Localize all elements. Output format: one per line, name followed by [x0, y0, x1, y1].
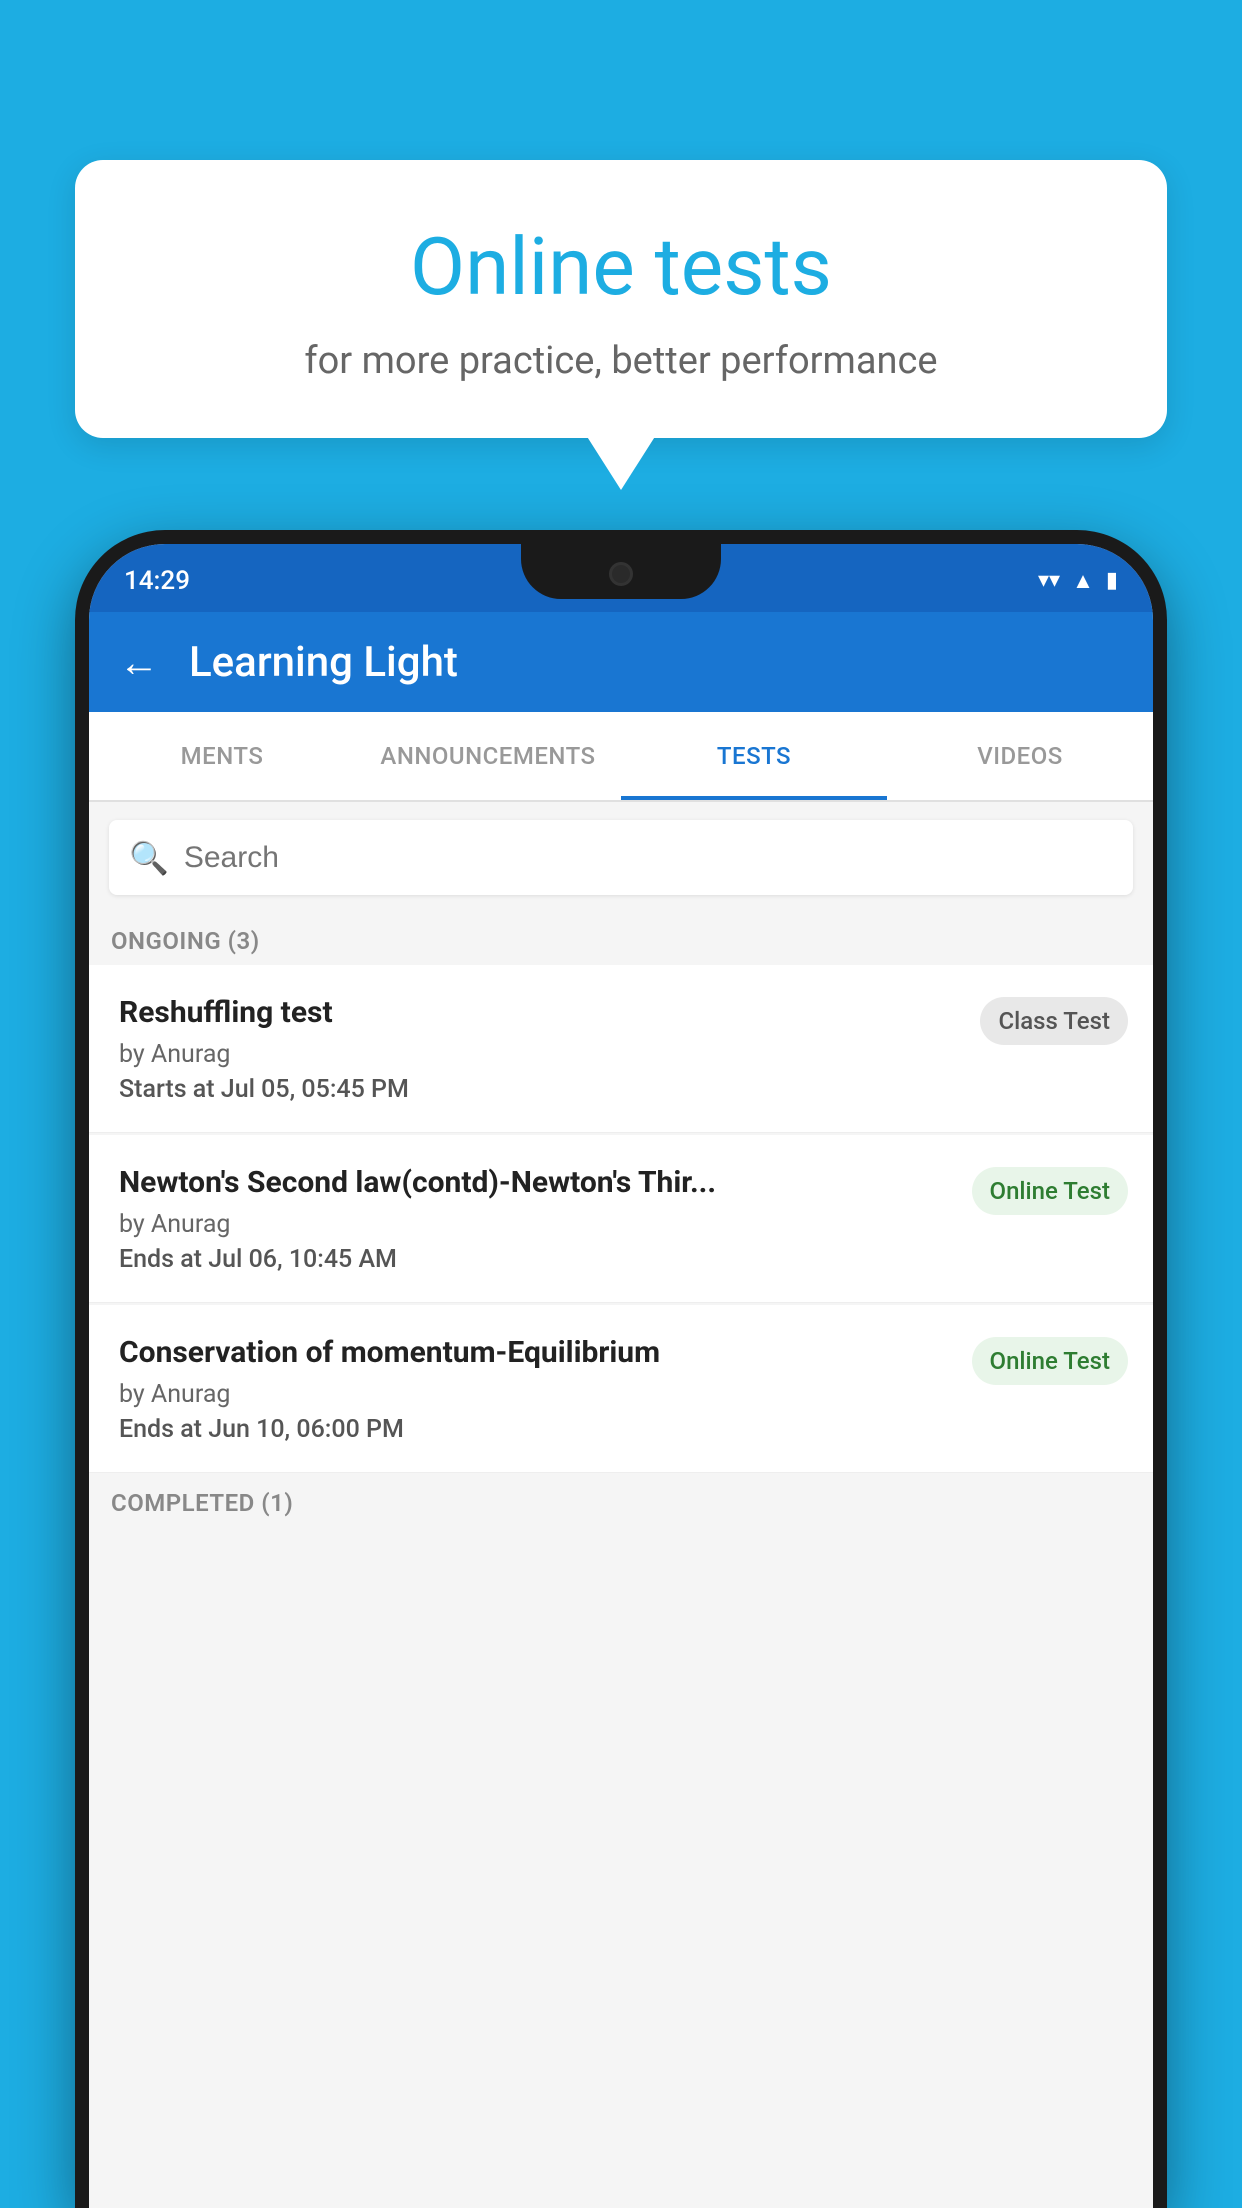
test-date-newtons: Ends at Jul 06, 10:45 AM	[119, 1245, 957, 1274]
test-card-reshuffling[interactable]: Reshuffling test by Anurag Starts at Jul…	[89, 965, 1153, 1133]
app-title: Learning Light	[189, 638, 458, 687]
promo-subtitle: for more practice, better performance	[125, 339, 1117, 383]
test-info-reshuffling: Reshuffling test by Anurag Starts at Jul…	[119, 993, 965, 1104]
promo-bubble-card: Online tests for more practice, better p…	[75, 160, 1167, 438]
test-badge-reshuffling: Class Test	[980, 997, 1128, 1045]
status-icons: ▾▾ ▲ ▮	[1038, 563, 1118, 594]
status-time: 14:29	[124, 561, 190, 596]
back-button[interactable]: ←	[119, 639, 159, 686]
test-by-conservation: by Anurag	[119, 1380, 957, 1409]
completed-section-header: COMPLETED (1)	[89, 1475, 1153, 1525]
app-bar: ← Learning Light	[89, 612, 1153, 712]
test-by-newtons: by Anurag	[119, 1210, 957, 1239]
test-date-reshuffling: Starts at Jul 05, 05:45 PM	[119, 1075, 965, 1104]
search-bar[interactable]: 🔍	[109, 820, 1133, 895]
tab-announcements[interactable]: ANNOUNCEMENTS	[355, 712, 621, 800]
tab-ments[interactable]: MENTS	[89, 712, 355, 800]
search-icon: 🔍	[129, 839, 169, 877]
test-name-reshuffling: Reshuffling test	[119, 993, 965, 1032]
test-name-newtons: Newton's Second law(contd)-Newton's Thir…	[119, 1163, 957, 1202]
tab-bar: MENTS ANNOUNCEMENTS TESTS VIDEOS	[89, 712, 1153, 802]
content-area: 🔍 ONGOING (3) Reshuffling test by Anurag…	[89, 802, 1153, 2208]
wifi-icon: ▾▾	[1038, 568, 1060, 593]
test-card-conservation[interactable]: Conservation of momentum-Equilibrium by …	[89, 1305, 1153, 1473]
test-by-reshuffling: by Anurag	[119, 1040, 965, 1069]
battery-icon: ▮	[1106, 568, 1118, 593]
search-input[interactable]	[184, 841, 1113, 875]
test-date-conservation: Ends at Jun 10, 06:00 PM	[119, 1415, 957, 1444]
promo-title: Online tests	[125, 220, 1117, 314]
test-info-newtons: Newton's Second law(contd)-Newton's Thir…	[119, 1163, 957, 1274]
front-camera	[609, 562, 633, 586]
tab-tests[interactable]: TESTS	[621, 712, 887, 800]
test-info-conservation: Conservation of momentum-Equilibrium by …	[119, 1333, 957, 1444]
phone-frame: 14:29 ▾▾ ▲ ▮ ← Learning Light MENTS ANNO…	[75, 530, 1167, 2208]
test-card-newtons[interactable]: Newton's Second law(contd)-Newton's Thir…	[89, 1135, 1153, 1303]
test-badge-conservation: Online Test	[972, 1337, 1128, 1385]
test-name-conservation: Conservation of momentum-Equilibrium	[119, 1333, 957, 1372]
test-badge-newtons: Online Test	[972, 1167, 1128, 1215]
ongoing-section-header: ONGOING (3)	[89, 913, 1153, 965]
phone-screen: 14:29 ▾▾ ▲ ▮ ← Learning Light MENTS ANNO…	[89, 544, 1153, 2208]
signal-icon: ▲	[1072, 568, 1094, 594]
phone-notch	[521, 544, 721, 599]
tab-videos[interactable]: VIDEOS	[887, 712, 1153, 800]
